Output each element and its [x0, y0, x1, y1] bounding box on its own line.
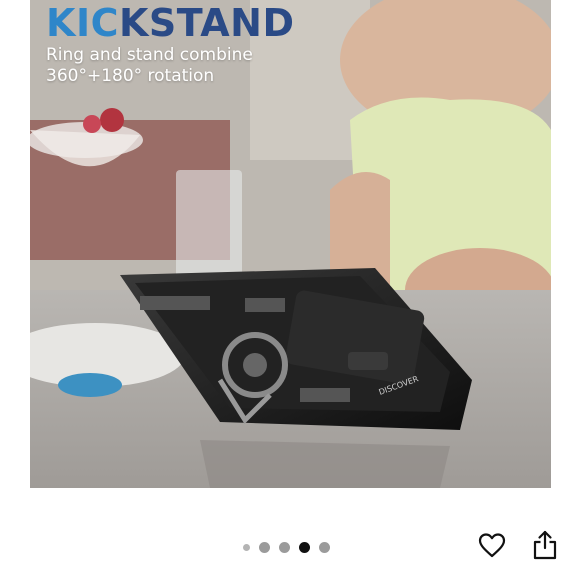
share-button[interactable] — [528, 528, 562, 562]
favorite-button[interactable] — [475, 528, 509, 562]
feature-line-1: Ring and stand combine — [46, 45, 253, 65]
headline: KICKSTAND — [46, 2, 295, 44]
carousel-dot[interactable] — [319, 541, 330, 553]
headline-accent: KIC — [46, 1, 119, 45]
carousel-dot-active[interactable] — [299, 541, 310, 553]
share-icon — [533, 530, 557, 560]
carousel-dot[interactable] — [259, 541, 270, 553]
feature-line-2: 360°+180° rotation — [46, 66, 215, 86]
heart-icon — [478, 533, 506, 558]
carousel-dot[interactable] — [243, 543, 250, 551]
carousel-dot[interactable] — [279, 541, 290, 553]
carousel-indicator — [243, 541, 330, 553]
product-image[interactable]: DISCOVER KICKSTAND Ring and stand combin… — [30, 0, 551, 488]
headline-main: KSTAND — [118, 1, 295, 45]
